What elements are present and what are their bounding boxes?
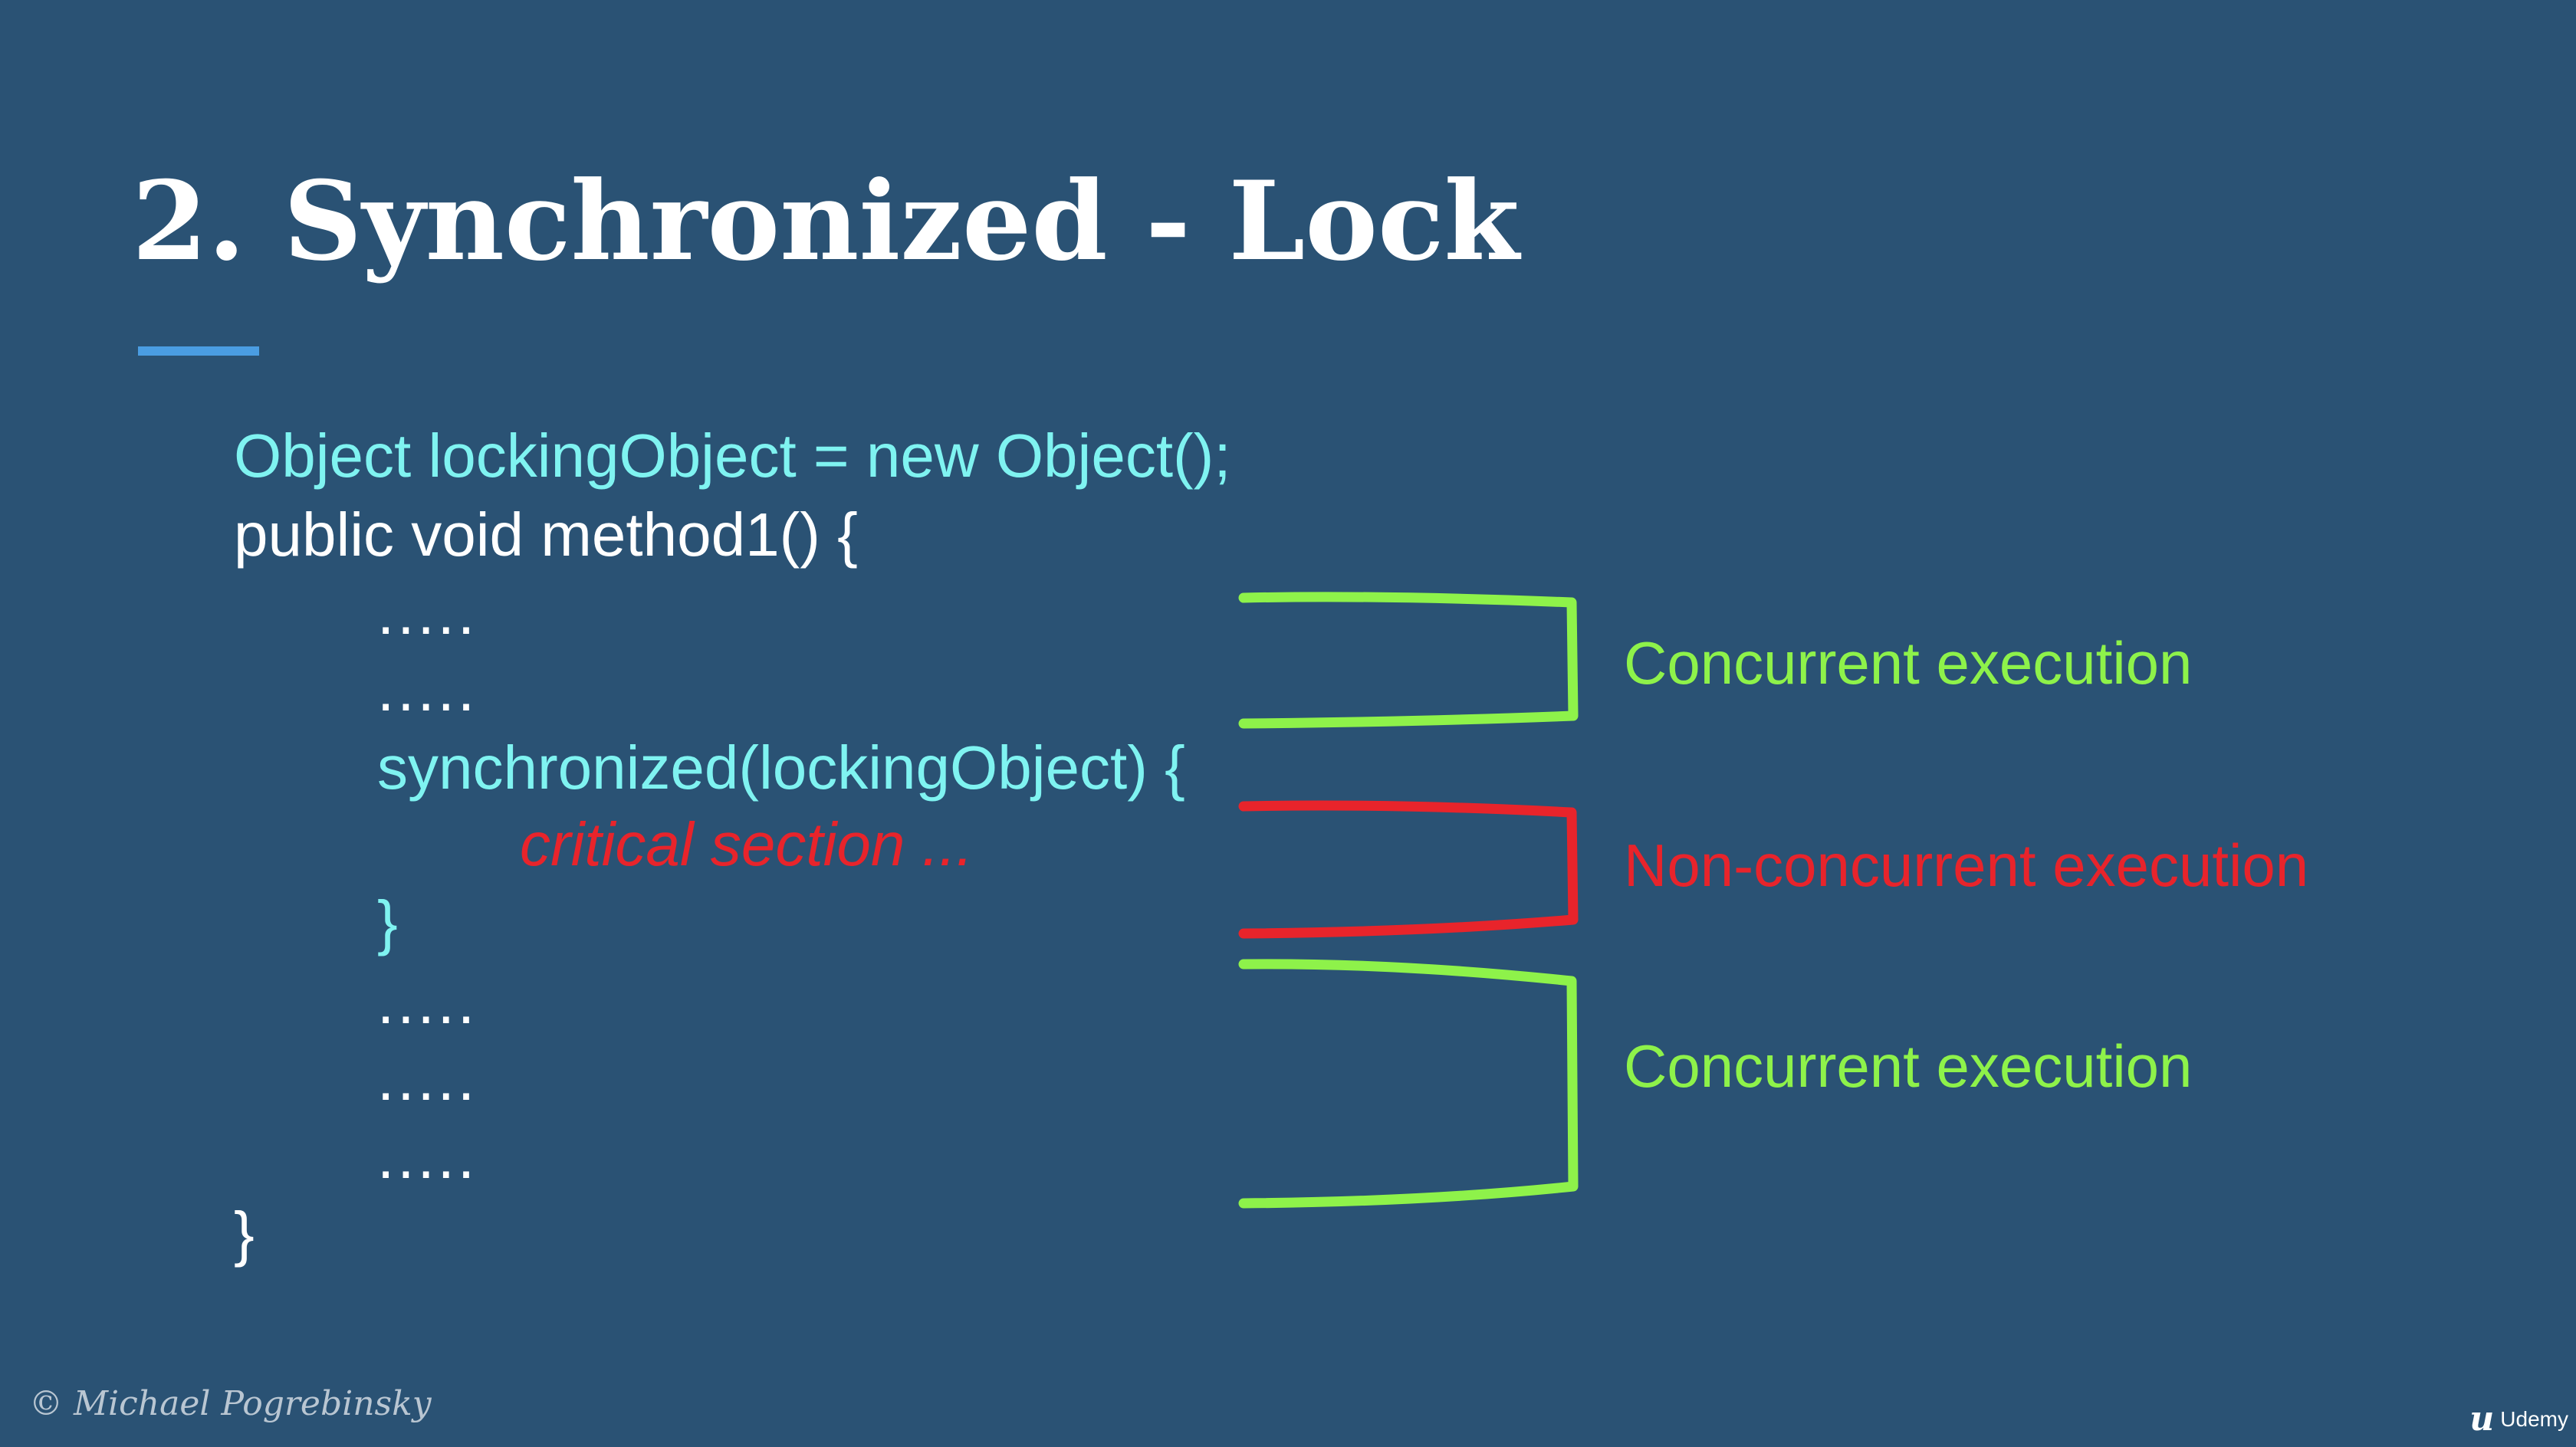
label-concurrent-bottom: Concurrent execution xyxy=(1624,1032,2193,1100)
concurrent-bottom-bracket xyxy=(1238,959,1579,1209)
execution-brackets xyxy=(1238,592,1579,1209)
non-concurrent-bracket xyxy=(1238,800,1579,939)
concurrent-top-bracket xyxy=(1238,592,1579,729)
udemy-logo-text: Udemy xyxy=(2500,1406,2568,1431)
udemy-logo: u Udemy xyxy=(2469,1399,2568,1439)
copyright-text: © Michael Pogrebinsky xyxy=(29,1384,432,1423)
label-concurrent-top: Concurrent execution xyxy=(1624,629,2193,697)
label-non-concurrent: Non-concurrent execution xyxy=(1624,832,2309,899)
udemy-logo-icon: u xyxy=(2469,1399,2495,1439)
slide: 2. Synchronized - Lock Object lockingObj… xyxy=(0,0,2576,1447)
